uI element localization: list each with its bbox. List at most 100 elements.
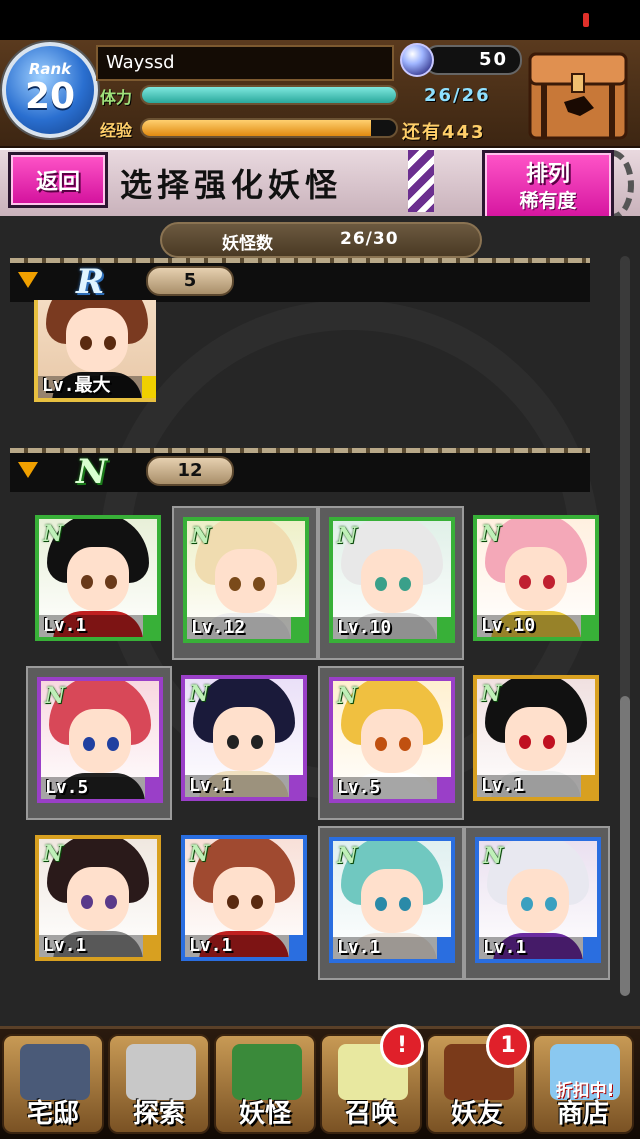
portrait-eye	[83, 737, 95, 751]
card-portrait: N Lv.1	[475, 837, 601, 963]
nav-label: 宅邸	[26, 1099, 79, 1129]
portrait-face	[67, 547, 129, 611]
monster-card[interactable]: N Lv.1	[464, 666, 610, 820]
treasure-chest-icon[interactable]	[524, 44, 632, 142]
scrollbar-thumb[interactable]	[620, 696, 630, 996]
card-portrait: Lv.最大	[34, 300, 156, 402]
card-corner	[437, 777, 451, 799]
stamina-value: 26/26	[424, 85, 491, 106]
mansion-icon	[20, 1044, 90, 1100]
card-corner	[581, 615, 595, 637]
card-level: Lv.10	[481, 615, 536, 636]
monster-card[interactable]: N Lv.1	[172, 666, 318, 820]
gem-count: 50	[478, 49, 508, 70]
card-corner	[581, 775, 595, 797]
section-count-r: 5	[146, 266, 234, 296]
portrait-eye	[81, 575, 93, 589]
collapse-arrow-icon[interactable]	[18, 462, 38, 478]
notification-badge: 1	[486, 1024, 530, 1068]
portrait-eye	[105, 575, 117, 589]
portrait-face	[67, 867, 129, 931]
card-level: Lv.12	[191, 617, 246, 638]
rarity-n-badge: N	[337, 683, 358, 709]
monster-card[interactable]: N Lv.1	[172, 826, 318, 980]
portrait-eye	[81, 895, 93, 909]
portrait-eye	[105, 895, 117, 909]
section-header-r[interactable]: R 5	[10, 258, 590, 302]
monster-count-value: 26/30	[340, 229, 399, 249]
card-level: Lv.1	[483, 937, 527, 958]
rarity-n-badge: N	[189, 841, 210, 867]
sort-button[interactable]: 排列 稀有度	[482, 150, 614, 226]
section-count-n: 12	[146, 456, 234, 486]
status-bar	[0, 0, 640, 40]
monster-card-r-0[interactable]: Lv.最大	[28, 300, 156, 422]
stamina-bar	[140, 85, 398, 105]
portrait-eye	[399, 897, 411, 911]
card-level: Lv.1	[189, 775, 233, 796]
monster-card[interactable]: N Lv.5	[318, 666, 464, 820]
portrait-eye	[107, 737, 119, 751]
rarity-n-badge: N	[189, 681, 210, 707]
monster-card[interactable]: N Lv.10	[464, 506, 610, 660]
stamina-bar-fill	[142, 87, 396, 103]
portrait-face	[69, 709, 131, 773]
monster-card[interactable]: N Lv.1	[464, 826, 610, 980]
card-level: Lv.5	[45, 777, 89, 798]
portrait-eye	[519, 735, 531, 749]
stamina-label: 体力	[100, 88, 133, 107]
rarity-n-badge: N	[483, 843, 504, 869]
scrollbar[interactable]	[620, 256, 630, 996]
card-level: Lv.1	[43, 615, 87, 636]
rarity-n-badge: N	[481, 681, 502, 707]
collapse-arrow-icon[interactable]	[18, 272, 38, 288]
portrait-eye	[519, 575, 531, 589]
monster-card[interactable]: N Lv.1	[26, 506, 172, 660]
exp-bar-fill	[142, 120, 371, 136]
rank-badge: Rank 20	[2, 42, 98, 138]
card-corner	[145, 777, 159, 799]
card-corner	[289, 775, 303, 797]
nav-item[interactable]: 探索	[108, 1034, 210, 1134]
portrait-eye	[251, 895, 263, 909]
monster-card[interactable]: N Lv.10	[318, 506, 464, 660]
monster-count: 妖怪数 26/30	[160, 222, 482, 258]
portrait-face	[505, 707, 567, 771]
nav-item[interactable]: 妖怪	[214, 1034, 316, 1134]
player-name-box: Wayssd	[96, 45, 394, 81]
portrait-eye	[229, 577, 241, 591]
monster-card[interactable]: N Lv.1	[318, 826, 464, 980]
card-portrait: N Lv.10	[473, 515, 599, 641]
card-corner	[143, 615, 157, 637]
card-portrait: N Lv.1	[35, 835, 161, 961]
sort-button-label: 排列	[525, 162, 570, 187]
monster-card[interactable]: N Lv.12	[172, 506, 318, 660]
card-portrait: N Lv.1	[181, 675, 307, 801]
rarity-r-icon: R	[76, 262, 105, 302]
card-corner	[143, 935, 157, 957]
notification-badge: !	[380, 1024, 424, 1068]
magnifier-icon	[126, 1044, 196, 1100]
section-header-n[interactable]: N 12	[10, 448, 590, 492]
monster-card[interactable]: N Lv.5	[26, 666, 172, 820]
card-level: Lv.5	[337, 777, 381, 798]
nav-label: 召唤	[344, 1099, 397, 1129]
portrait-face	[213, 867, 275, 931]
gem-counter[interactable]: 50	[424, 45, 522, 75]
rarity-n-badge: N	[43, 841, 64, 867]
portrait-eye	[375, 897, 387, 911]
back-button[interactable]: 返回	[8, 152, 108, 208]
portrait-face	[505, 547, 567, 611]
nav-item[interactable]: 宅邸	[2, 1034, 104, 1134]
portrait-face	[215, 549, 277, 613]
nav-item[interactable]: 折扣中! 商店	[532, 1034, 634, 1134]
exp-remaining: 还有443	[402, 122, 486, 143]
card-corner	[583, 937, 597, 959]
monster-card[interactable]: N Lv.1	[26, 826, 172, 980]
monster-count-label: 妖怪数	[222, 234, 273, 254]
portrait-eye	[399, 737, 411, 751]
card-level: Lv.1	[481, 775, 525, 796]
card-portrait: N Lv.1	[181, 835, 307, 961]
card-corner	[437, 937, 451, 959]
nav-label: 探索	[132, 1099, 185, 1129]
